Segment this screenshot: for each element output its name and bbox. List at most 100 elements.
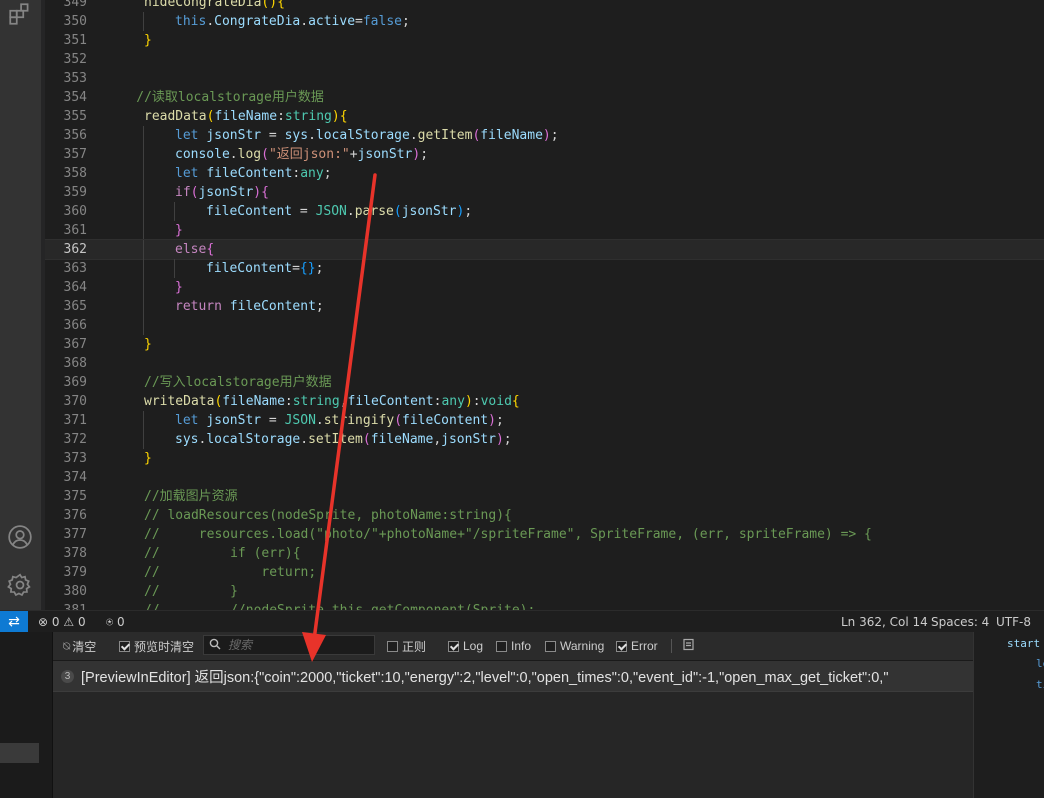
- code-line[interactable]: 375 //加载图片资源: [45, 487, 1044, 506]
- code-token: ,: [339, 394, 348, 409]
- code-line[interactable]: 353: [45, 69, 1044, 88]
- code-token: ): [412, 147, 421, 162]
- code-token: jsonStr: [198, 185, 254, 200]
- code-line[interactable]: 373}: [45, 449, 1044, 468]
- code-line[interactable]: 358 let fileContent:any;: [45, 164, 1044, 183]
- code-token: ): [331, 109, 340, 124]
- code-line[interactable]: 357 console.log("返回json:"+jsonStr);: [45, 145, 1044, 164]
- search-box[interactable]: [203, 635, 375, 655]
- code-line[interactable]: 356 let jsonStr = sys.localStorage.getIte…: [45, 126, 1044, 145]
- code-line[interactable]: 366: [45, 316, 1044, 335]
- code-line[interactable]: 355 readData(fileName:string){: [45, 107, 1044, 126]
- error-filter[interactable]: Error: [616, 632, 658, 660]
- info-checkbox[interactable]: [496, 640, 507, 652]
- warning-filter[interactable]: Warning: [545, 632, 604, 660]
- code-line[interactable]: 378 // if (err){: [45, 544, 1044, 563]
- code-line[interactable]: 377 // resources.load("photo/"+photoName+…: [45, 525, 1044, 544]
- code-editor[interactable]: 349 hideCongrateDia(){350 this.CongrateDia…: [45, 0, 1044, 610]
- code-token: void: [480, 394, 512, 409]
- code-line[interactable]: 360 fileContent = JSON.parse(jsonStr);: [45, 202, 1044, 221]
- code-line[interactable]: 379 // return;: [45, 563, 1044, 582]
- clear-label: 清空: [72, 639, 97, 654]
- code-token: }: [144, 451, 152, 466]
- code-token: ): [253, 185, 262, 200]
- clear-button[interactable]: ⍉ 清空: [63, 632, 96, 660]
- encoding[interactable]: UTF-8: [996, 611, 1031, 633]
- code-line[interactable]: 380 // }: [45, 582, 1044, 601]
- code-line[interactable]: 354 //读取localstorage用户数据: [45, 88, 1044, 107]
- code-token: jsonStr: [441, 432, 496, 447]
- extensions-icon[interactable]: [6, 0, 34, 28]
- code-line[interactable]: 363 fileContent={};: [45, 259, 1044, 278]
- line-number: 360: [63, 204, 87, 219]
- code-text: //读取localstorage用户数据: [136, 88, 324, 107]
- code-token: fileName: [222, 394, 285, 409]
- log-file-button[interactable]: [682, 632, 695, 660]
- line-number: 359: [63, 185, 87, 200]
- indentation[interactable]: Spaces: 4: [931, 611, 989, 633]
- code-line[interactable]: 371 let jsonStr = JSON.stringify(fileCont…: [45, 411, 1044, 430]
- regex-checkbox[interactable]: [387, 640, 398, 652]
- line-number: 355: [63, 109, 87, 124]
- line-number: 379: [63, 565, 87, 580]
- code-token: }: [175, 223, 183, 238]
- regex-toggle[interactable]: 正则: [387, 632, 426, 660]
- console-left-panel: [0, 632, 52, 798]
- log-entry[interactable]: 3 [PreviewInEditor] 返回json:{"coin":2000,…: [53, 661, 973, 692]
- status-bar: ⇄ ⊗ 0 ⚠ 0 ⍟ 0 Ln 362, Col 14 Spaces: 4 U…: [0, 610, 1044, 633]
- code-line[interactable]: 351}: [45, 31, 1044, 50]
- code-line[interactable]: 362 else{: [45, 239, 1044, 260]
- code-line[interactable]: 381 // //nodeSprite.this.getComponent(Spr…: [45, 601, 1044, 610]
- code-token: any: [300, 166, 324, 181]
- line-number: 375: [63, 489, 87, 504]
- indent-guide: [143, 164, 144, 183]
- code-line[interactable]: 374: [45, 468, 1044, 487]
- line-number: 358: [63, 166, 87, 181]
- code-token: jsonStr: [206, 413, 262, 428]
- line-number: 365: [63, 299, 87, 314]
- code-token: active: [308, 14, 356, 29]
- log-filter[interactable]: Log: [448, 632, 483, 660]
- code-line[interactable]: 368: [45, 354, 1044, 373]
- code-token: ;: [550, 128, 559, 143]
- code-text: sys.localStorage.setItem(fileName,jsonSt…: [175, 430, 512, 449]
- code-token: fileContent: [206, 166, 293, 181]
- cursor-position[interactable]: Ln 362, Col 14: [841, 611, 928, 633]
- account-icon[interactable]: [6, 523, 34, 551]
- preview-clear-checkbox[interactable]: [119, 640, 130, 652]
- remote-button[interactable]: ⇄: [0, 611, 28, 633]
- code-line[interactable]: 349 hideCongrateDia(){: [45, 0, 1044, 12]
- preview-clear-toggle[interactable]: 预览时清空: [119, 632, 194, 660]
- code-token: ;: [315, 299, 324, 314]
- left-panel-selection[interactable]: [0, 743, 39, 763]
- line-number: 376: [63, 508, 87, 523]
- problems-indicator[interactable]: ⊗ 0 ⚠ 0: [38, 611, 86, 633]
- code-line[interactable]: 364}: [45, 278, 1044, 297]
- code-line[interactable]: 359 if(jsonStr){: [45, 183, 1044, 202]
- code-token: fileContent: [206, 261, 293, 276]
- code-text: // return;: [144, 563, 316, 582]
- code-token: localStorage: [206, 432, 301, 447]
- code-line[interactable]: 350 this.CongrateDia.active=false;: [45, 12, 1044, 31]
- warning-checkbox[interactable]: [545, 640, 556, 652]
- code-line[interactable]: 376 // loadResources(nodeSprite, photoNam…: [45, 506, 1044, 525]
- code-line[interactable]: 369 //写入localstorage用户数据: [45, 373, 1044, 392]
- code-token: fileName: [480, 128, 543, 143]
- search-input[interactable]: [226, 637, 370, 653]
- info-filter[interactable]: Info: [496, 632, 531, 660]
- line-number: 370: [63, 394, 87, 409]
- code-token: :: [277, 109, 285, 124]
- log-checkbox[interactable]: [448, 640, 459, 652]
- code-line[interactable]: 352: [45, 50, 1044, 69]
- code-token: ;: [402, 14, 410, 29]
- code-line[interactable]: 370 writeData(fileName:string,fileContent…: [45, 392, 1044, 411]
- error-checkbox[interactable]: [616, 640, 627, 652]
- ports-indicator[interactable]: ⍟ 0: [106, 611, 125, 633]
- code-token: {: [261, 185, 269, 200]
- code-line[interactable]: 367}: [45, 335, 1044, 354]
- code-line[interactable]: 361}: [45, 221, 1044, 240]
- code-line[interactable]: 372 sys.localStorage.setItem(fileName,jso…: [45, 430, 1044, 449]
- code-line[interactable]: 365 return fileContent;: [45, 297, 1044, 316]
- line-number: 381: [45, 601, 87, 610]
- settings-gear-icon[interactable]: [6, 571, 34, 599]
